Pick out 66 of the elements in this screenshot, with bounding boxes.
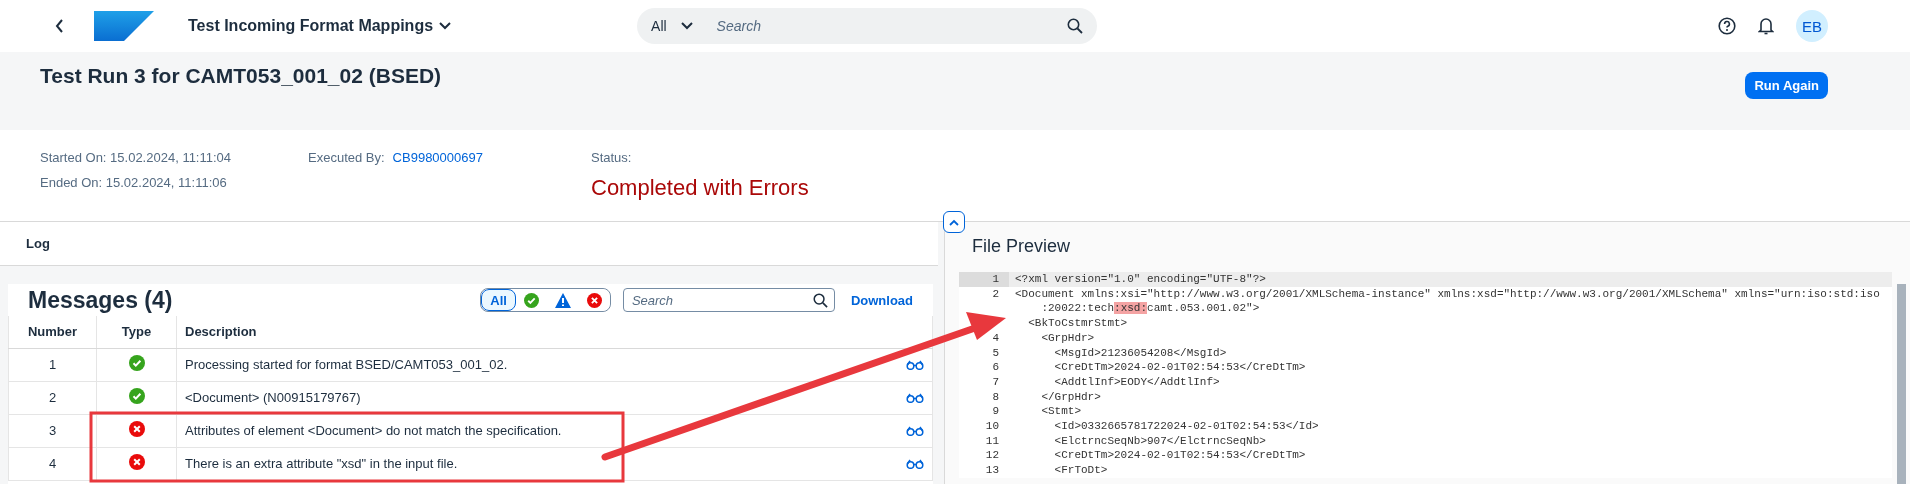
table-cell: 4 — [8, 447, 97, 480]
notification-bell-icon[interactable] — [1758, 17, 1774, 35]
chevron-down-icon — [439, 22, 452, 30]
glasses-icon[interactable] — [906, 392, 924, 403]
code-line: <CreDtTm>2024-02-01T02:54:53</CreDtTm> — [1053, 360, 1306, 375]
description-text: <Document> (N00915179767) — [185, 390, 361, 405]
error-icon — [586, 292, 602, 308]
app-title-menu[interactable]: Test Incoming Format Mappings — [182, 16, 458, 36]
help-icon[interactable] — [1718, 17, 1736, 35]
description-text: Attributes of element <Document> do not match the specification. — [185, 423, 562, 438]
code-line: <ElctrncSeqNb>907</ElctrncSeqNb> — [1053, 433, 1266, 449]
chevron-down-icon — [680, 22, 693, 30]
column-header: Description — [176, 316, 933, 348]
code-line: <MsgId>21236054208</MsgId> — [1053, 345, 1227, 361]
line-number: 1 — [959, 272, 1009, 287]
code-line: <Document xmlns:xsi="http://www.w3.org/2001/XMLSchema-instance" xmlns:xsd="http://www.w3.org/2001/XMLSchema" xmlns="urn:iso:std:iso — [1015, 286, 1880, 302]
code-line: <GrpHdr> — [1040, 330, 1095, 346]
download-link[interactable]: Download — [850, 292, 913, 308]
started-on-text: Started On: 15.02.2024, 11:11:04 — [40, 150, 233, 165]
chevron-up-icon — [949, 218, 959, 226]
warning-icon — [554, 292, 571, 308]
code-line: <AddtlInf>EODY</AddtlInf> — [1053, 374, 1220, 390]
chevron-left-icon — [54, 19, 66, 33]
search-icon[interactable] — [1067, 18, 1084, 34]
all-filter-button[interactable]: All — [481, 289, 516, 311]
code-line: <Id>0332665781722024-02-01T02:54:53</Id> — [1053, 419, 1319, 434]
description-text: There is an extra attribute "xsd" in the input file. — [185, 456, 458, 471]
logo — [94, 11, 154, 41]
error-icon — [128, 421, 145, 437]
status-text: Completed with Errors — [591, 175, 810, 201]
run-again-button[interactable]: Run Again — [1745, 72, 1828, 99]
code-line: <CreDtTm>2024-02-01T02:54:53</CreDtTm> — [1053, 448, 1306, 464]
success-icon — [523, 292, 539, 308]
page-title: Test Run 3 for CAMT053_001_02 (BSED) — [40, 64, 442, 88]
message-search-field[interactable]: Search — [622, 288, 835, 312]
executed-by-link[interactable]: CB9980000697 — [392, 150, 483, 165]
messages-title: Messages (4) — [28, 286, 174, 314]
collapse-button[interactable] — [943, 211, 965, 233]
code-line: <FrToDt> — [1053, 463, 1108, 478]
success-icon — [128, 388, 145, 404]
success-icon — [128, 355, 145, 371]
code-line: <?xml version="1.0" encoding="UTF-8"?> — [1015, 272, 1266, 287]
glasses-icon[interactable] — [906, 359, 924, 370]
search-icon — [812, 292, 828, 308]
code-line: </GrpHdr> — [1040, 389, 1101, 405]
executed-by-label: Executed By: — [308, 150, 385, 165]
search-input[interactable]: Search — [714, 17, 1068, 35]
table-cell: 3 — [8, 414, 97, 447]
search-bar[interactable]: All Search — [637, 8, 1098, 44]
glasses-icon[interactable] — [906, 425, 924, 436]
ended-on-text: Ended On: 15.02.2024, 11:11:06 — [40, 175, 228, 190]
code-line: :20022:tech:xsd:camt.053.001.02"> — [1040, 301, 1261, 317]
code-line: <Stmt> — [1040, 404, 1081, 420]
column-header: Type — [96, 316, 177, 348]
column-header: Number — [8, 316, 97, 348]
user-avatar[interactable]: EB — [1796, 10, 1828, 42]
log-tab[interactable]: Log — [26, 236, 50, 251]
file-preview-title: File Preview — [971, 235, 1072, 258]
error-icon — [128, 454, 145, 470]
description-text: Processing started for format BSED/CAMT053_001_02. — [185, 357, 508, 372]
table-cell: 2 — [8, 381, 97, 414]
glasses-icon[interactable] — [906, 458, 924, 469]
code-line: <BkToCstmrStmt> — [1027, 316, 1128, 331]
table-cell: 1 — [8, 348, 97, 381]
search-scope-dropdown[interactable]: All — [651, 18, 693, 34]
status-label: Status: — [591, 150, 633, 165]
